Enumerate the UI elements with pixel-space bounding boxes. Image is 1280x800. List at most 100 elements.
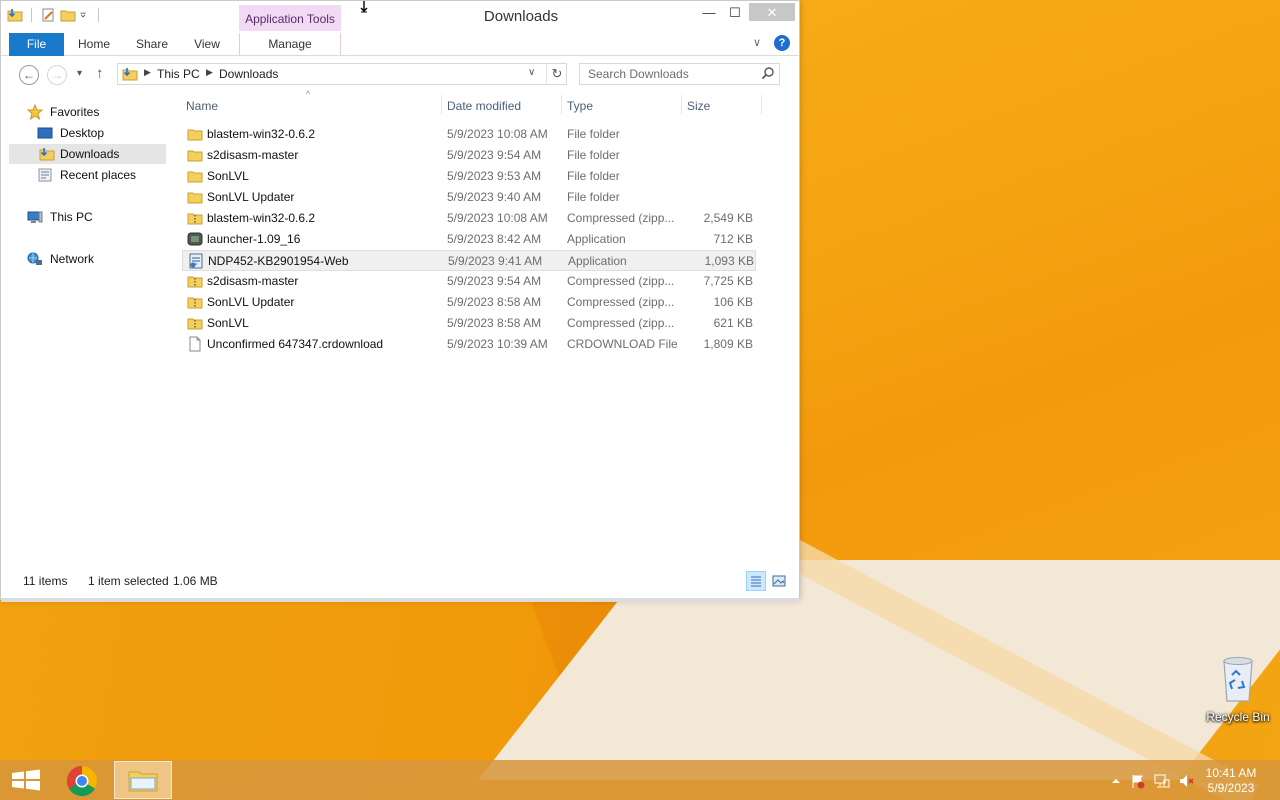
- file-type: Application: [567, 232, 626, 246]
- action-center-flag-icon[interactable]: [1130, 773, 1146, 789]
- address-bar[interactable]: ▶ This PC ▶ Downloads ∨ ↻: [117, 63, 567, 85]
- file-type: File folder: [567, 148, 620, 162]
- file-row[interactable]: NDP452-KB2901954-Web 5/9/2023 9:41 AM Appl…: [182, 250, 756, 271]
- column-header-size[interactable]: Size: [687, 95, 757, 117]
- selection-count: 1 item selected: [88, 574, 169, 588]
- breadcrumb-separator-icon[interactable]: ▶: [206, 67, 213, 78]
- search-input[interactable]: [581, 65, 757, 83]
- application-tools-label: Application Tools: [239, 5, 341, 33]
- column-divider[interactable]: [441, 95, 442, 115]
- properties-icon[interactable]: [40, 7, 56, 23]
- column-header-date-modified[interactable]: Date modified: [447, 95, 557, 117]
- recent-places-icon: [38, 168, 52, 182]
- customize-dropdown-icon[interactable]: [80, 7, 90, 23]
- file-name: blastem-win32-0.6.2: [207, 211, 316, 225]
- title-bar[interactable]: Application Tools Downloads — ☐ ✕: [1, 1, 799, 33]
- maximize-button[interactable]: ☐: [721, 3, 749, 23]
- file-row[interactable]: SonLVL Updater 5/9/2023 8:58 AM Compressed…: [182, 292, 756, 313]
- tab-share[interactable]: Share: [129, 33, 175, 55]
- file-type: Compressed (zipp...: [567, 211, 675, 225]
- file-row[interactable]: Unconfirmed 647347.crdownload 5/9/2023 10…: [182, 334, 756, 355]
- search-icon[interactable]: [761, 66, 775, 80]
- large-icons-view-button[interactable]: [769, 571, 789, 591]
- close-button[interactable]: ✕: [749, 3, 795, 21]
- nav-item-recent-places[interactable]: Recent places: [37, 165, 167, 185]
- file-type: Compressed (zipp...: [567, 316, 675, 330]
- address-dropdown-icon[interactable]: ∨: [528, 67, 535, 78]
- expand-ribbon-chevron-icon[interactable]: ∨: [753, 36, 761, 49]
- column-divider[interactable]: [761, 95, 762, 115]
- up-arrow-icon[interactable]: ↑: [96, 65, 104, 82]
- breadcrumb-downloads[interactable]: Downloads: [219, 67, 278, 81]
- column-header-name[interactable]: Name: [186, 95, 436, 117]
- column-header-type[interactable]: Type: [567, 95, 677, 117]
- network-tray-icon[interactable]: [1154, 773, 1170, 789]
- file-type: Compressed (zipp...: [567, 295, 675, 309]
- taskbar-clock[interactable]: 10:41 AM 5/9/2023: [1196, 766, 1266, 796]
- file-row[interactable]: blastem-win32-0.6.2 5/9/2023 10:08 AM File…: [182, 124, 756, 145]
- taskbar-chrome[interactable]: [58, 761, 106, 799]
- nav-item-this-pc[interactable]: This PC: [27, 207, 167, 227]
- file-row[interactable]: s2disasm-master 5/9/2023 9:54 AM Compresse…: [182, 271, 756, 292]
- file-date-modified: 5/9/2023 8:58 AM: [447, 316, 542, 330]
- back-button[interactable]: ←: [19, 65, 39, 85]
- tab-manage[interactable]: Manage: [239, 33, 341, 55]
- file-row[interactable]: SonLVL 5/9/2023 9:53 AM File folder: [182, 166, 756, 187]
- zip-folder-icon: [187, 276, 203, 288]
- file-size: 2,549 KB: [703, 211, 753, 225]
- volume-muted-icon[interactable]: [1178, 773, 1194, 789]
- file-row[interactable]: SonLVL Updater 5/9/2023 9:40 AM File folde…: [182, 187, 756, 208]
- column-divider[interactable]: [681, 95, 682, 115]
- installer-app-icon: [189, 253, 203, 269]
- recent-locations-chevron-icon[interactable]: ▾: [77, 68, 82, 79]
- folder-icon: [187, 192, 203, 204]
- minimize-button[interactable]: —: [695, 3, 723, 23]
- taskbar-file-explorer[interactable]: [114, 761, 172, 799]
- downloads-folder-icon[interactable]: [7, 7, 23, 23]
- computer-icon: [27, 211, 43, 223]
- file-size: 712 KB: [713, 232, 753, 246]
- start-button[interactable]: [0, 761, 52, 799]
- column-divider[interactable]: [561, 95, 562, 115]
- file-name: blastem-win32-0.6.2: [207, 127, 316, 141]
- recycle-bin[interactable]: Recycle Bin: [1205, 655, 1271, 724]
- sort-ascending-icon: ^: [306, 89, 311, 99]
- file-date-modified: 5/9/2023 10:08 AM: [447, 211, 548, 225]
- tab-view[interactable]: View: [185, 33, 229, 55]
- file-date-modified: 5/9/2023 9:54 AM: [447, 148, 542, 162]
- nav-item-desktop[interactable]: Desktop: [37, 123, 167, 143]
- file-date-modified: 5/9/2023 8:58 AM: [447, 295, 542, 309]
- nav-item-downloads[interactable]: Downloads: [9, 144, 166, 164]
- tab-home[interactable]: Home: [71, 33, 117, 55]
- show-hidden-icons-icon[interactable]: [1108, 773, 1124, 789]
- nav-item-label: This PC: [50, 210, 93, 224]
- launcher-app-icon: [187, 232, 203, 246]
- nav-item-favorites[interactable]: Favorites: [27, 102, 167, 122]
- nav-item-label: Downloads: [60, 147, 120, 161]
- help-icon[interactable]: ?: [774, 35, 790, 51]
- file-name: SonLVL Updater: [207, 295, 295, 309]
- nav-item-label: Desktop: [60, 126, 105, 140]
- file-size: 621 KB: [713, 316, 753, 330]
- file-name: launcher-1.09_16: [207, 232, 301, 246]
- blank-file-icon: [189, 336, 201, 352]
- file-row[interactable]: SonLVL 5/9/2023 8:58 AM Compressed (zipp..…: [182, 313, 756, 334]
- breadcrumb-separator-icon[interactable]: ▶: [144, 67, 151, 78]
- selection-size: 1.06 MB: [173, 574, 218, 588]
- file-row[interactable]: blastem-win32-0.6.2 5/9/2023 10:08 AM Comp…: [182, 208, 756, 229]
- forward-button[interactable]: →: [47, 65, 67, 85]
- folder-icon: [187, 150, 203, 162]
- breadcrumb-this-pc[interactable]: This PC: [157, 67, 200, 81]
- file-size: 7,725 KB: [703, 274, 753, 288]
- file-date-modified: 5/9/2023 9:41 AM: [448, 254, 543, 268]
- window-title: Downloads: [483, 8, 559, 25]
- refresh-icon[interactable]: ↻: [546, 64, 567, 84]
- file-row[interactable]: launcher-1.09_16 5/9/2023 8:42 AM Applicat…: [182, 229, 756, 250]
- file-row[interactable]: s2disasm-master 5/9/2023 9:54 AM File fold…: [182, 145, 756, 166]
- nav-item-label: Recent places: [60, 168, 137, 182]
- details-view-button[interactable]: [746, 571, 766, 591]
- tab-file[interactable]: File: [9, 33, 64, 56]
- new-folder-icon[interactable]: [60, 7, 76, 23]
- nav-item-network[interactable]: Network: [27, 249, 167, 269]
- file-size: 1,093 KB: [704, 254, 754, 268]
